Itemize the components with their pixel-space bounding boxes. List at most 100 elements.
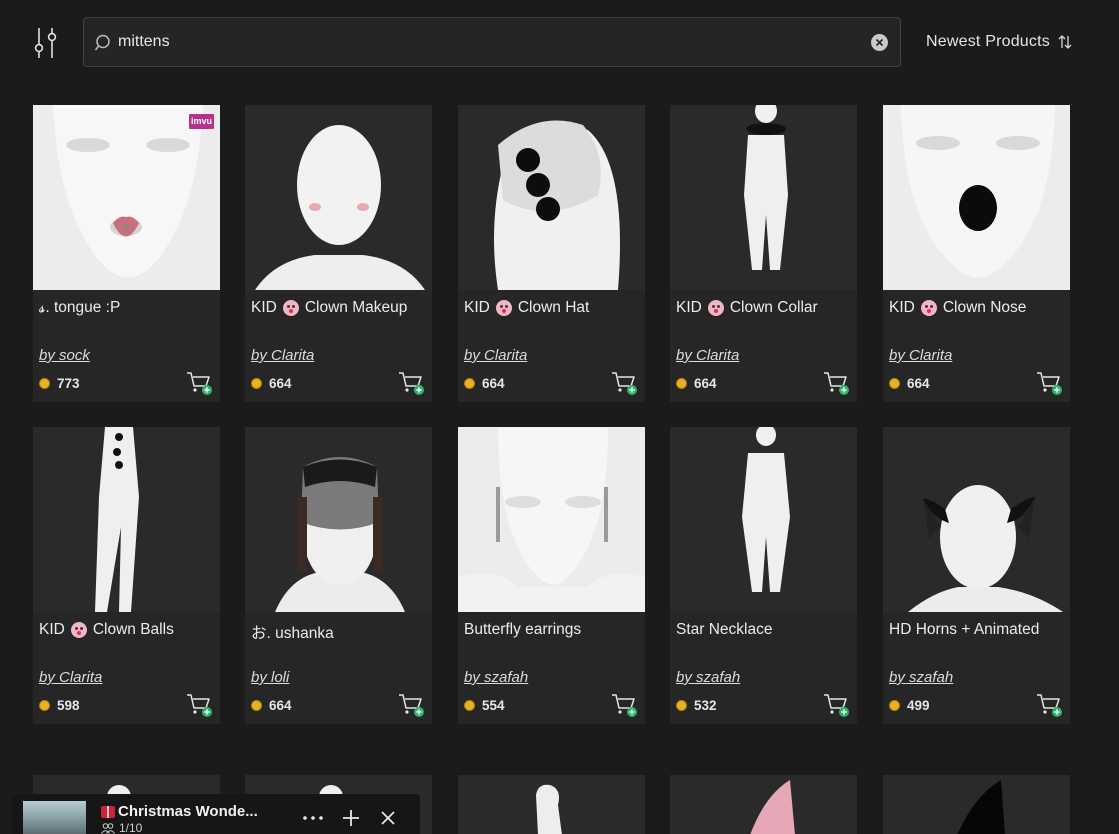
product-card[interactable]: KID Clown Nose by Clarita 664 (883, 105, 1070, 402)
credits-coin-icon (251, 377, 262, 389)
add-to-cart-button[interactable] (823, 691, 851, 719)
product-creator-link[interactable]: by Clarita (889, 347, 952, 364)
search-box (83, 17, 901, 67)
product-card[interactable]: KID Clown Balls by Clarita 598 (33, 427, 220, 724)
add-to-cart-icon (612, 372, 637, 395)
product-card[interactable]: KID Clown Makeup by Clarita 664 (245, 105, 432, 402)
filter-button[interactable] (32, 26, 60, 60)
product-thumbnail (883, 105, 1070, 290)
search-icon (94, 34, 110, 51)
clear-icon (875, 38, 884, 47)
product-card[interactable]: お. ushanka by loli 664 (245, 427, 432, 724)
product-prefix: KID (676, 299, 702, 316)
product-prefix: KID (251, 299, 277, 316)
product-name: Clown Nose (942, 299, 1027, 316)
add-to-cart-icon (824, 694, 849, 717)
product-price: 664 (907, 375, 930, 391)
credits-coin-icon (676, 699, 687, 711)
product-creator-link[interactable]: by loli (251, 669, 289, 686)
sort-arrows-icon (1058, 35, 1072, 49)
add-to-cart-icon (612, 694, 637, 717)
credits-coin-icon (464, 377, 475, 389)
room-thumbnail (23, 801, 86, 834)
product-card[interactable] (458, 775, 645, 834)
product-creator-link[interactable]: by szafah (464, 669, 528, 686)
product-card[interactable]: Butterfly earrings by szafah 554 (458, 427, 645, 724)
product-price: 664 (269, 375, 292, 391)
product-price: 532 (694, 697, 717, 713)
product-creator-link[interactable]: by szafah (676, 669, 740, 686)
product-creator-link[interactable]: by sock (39, 347, 90, 364)
clown-face-icon (282, 300, 299, 316)
product-thumbnail (883, 775, 1070, 834)
add-to-cart-button[interactable] (611, 691, 639, 719)
add-to-cart-icon (824, 372, 849, 395)
top-bar: Newest Products (0, 0, 1119, 84)
product-card[interactable]: imvu 𝓼. tongue :P by sock 773 (33, 105, 220, 402)
product-card[interactable]: KID Clown Collar by Clarita 664 (670, 105, 857, 402)
plus-icon (343, 810, 359, 826)
clown-face-icon (70, 622, 87, 638)
product-name: Clown Hat (517, 299, 590, 316)
product-card[interactable]: KID Clown Hat by Clarita 664 (458, 105, 645, 402)
product-thumbnail (458, 105, 645, 290)
add-to-cart-button[interactable] (611, 369, 639, 397)
mini-player-bar[interactable]: Christmas Wonde... 1/10 (12, 794, 420, 834)
product-price: 664 (269, 697, 292, 713)
product-thumbnail (245, 105, 432, 290)
product-name: お. ushanka (251, 625, 334, 642)
imvu-badge: imvu (189, 114, 214, 129)
product-thumbnail (670, 427, 857, 612)
add-to-cart-button[interactable] (823, 369, 851, 397)
product-card[interactable] (883, 775, 1070, 834)
people-icon (101, 822, 115, 834)
more-dots-icon (303, 816, 323, 820)
close-player-button[interactable] (376, 806, 400, 830)
more-options-button[interactable] (301, 806, 325, 830)
product-thumbnail (33, 427, 220, 612)
add-to-cart-button[interactable] (1036, 369, 1064, 397)
product-creator-link[interactable]: by Clarita (39, 669, 102, 686)
credits-coin-icon (464, 699, 475, 711)
add-to-cart-icon (399, 372, 424, 395)
product-creator-link[interactable]: by szafah (889, 669, 953, 686)
room-title: Christmas Wonde... (118, 803, 258, 820)
product-price: 664 (694, 375, 717, 391)
product-card[interactable]: Star Necklace by szafah 532 (670, 427, 857, 724)
product-name: 𝓼. tongue :P (39, 299, 121, 316)
product-name: Clown Makeup (304, 299, 408, 316)
product-thumbnail (245, 427, 432, 612)
join-room-button[interactable] (339, 806, 363, 830)
credits-coin-icon (251, 699, 262, 711)
product-prefix: KID (464, 299, 490, 316)
product-name: Butterfly earrings (464, 621, 582, 638)
product-name: Clown Collar (729, 299, 818, 316)
product-thumbnail (883, 427, 1070, 612)
product-creator-link[interactable]: by Clarita (676, 347, 739, 364)
clear-search-button[interactable] (871, 34, 888, 51)
add-to-cart-button[interactable] (398, 691, 426, 719)
product-price: 664 (482, 375, 505, 391)
sort-dropdown[interactable]: Newest Products (926, 30, 1072, 54)
add-to-cart-button[interactable] (398, 369, 426, 397)
search-input[interactable] (118, 18, 858, 66)
product-price: 554 (482, 697, 505, 713)
product-thumbnail (458, 427, 645, 612)
product-price: 598 (57, 697, 80, 713)
add-to-cart-button[interactable] (1036, 691, 1064, 719)
product-creator-link[interactable]: by Clarita (251, 347, 314, 364)
credits-coin-icon (889, 699, 900, 711)
product-creator-link[interactable]: by Clarita (464, 347, 527, 364)
catalog-app: Newest Products (0, 0, 1119, 834)
add-to-cart-button[interactable] (186, 369, 214, 397)
add-to-cart-button[interactable] (186, 691, 214, 719)
sliders-icon (34, 28, 57, 58)
product-card[interactable]: HD Horns + Animated by szafah 499 (883, 427, 1070, 724)
sort-label: Newest Products (926, 33, 1050, 50)
product-thumbnail (670, 775, 857, 834)
product-prefix: KID (39, 621, 65, 638)
product-thumbnail (670, 105, 857, 290)
close-icon (381, 811, 395, 825)
product-card[interactable] (670, 775, 857, 834)
clown-face-icon (707, 300, 724, 316)
